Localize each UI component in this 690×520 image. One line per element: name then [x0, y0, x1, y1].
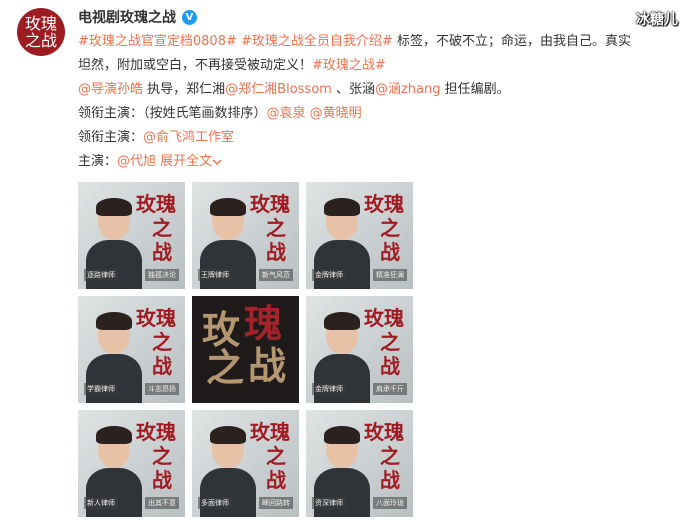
mention-link[interactable]: @俞飞鸿工作室 — [143, 130, 234, 145]
badge-left: 新人律师 — [84, 497, 118, 509]
poster-title: 玫瑰 之战 — [364, 192, 404, 264]
badge-left: 逐路律师 — [84, 269, 118, 281]
verified-icon: V — [182, 9, 197, 25]
image-grid: 玫瑰 之战 逐路律师 独孤决论 玫瑰 之战 王牌律师 新气风范 玫瑰 之战 金牌… — [78, 182, 413, 517]
poster-title: 玫瑰 之战 — [250, 420, 290, 492]
poster-thumbnail[interactable]: 玫瑰 之战 多面律师 峰回路转 — [192, 410, 299, 517]
poster-badges: 新人律师 出其不意 — [84, 497, 179, 509]
watermark: 冰糖儿 — [636, 12, 678, 28]
badge-left: 多面律师 — [198, 497, 232, 509]
badge-right: 肩承千斤 — [373, 383, 407, 395]
poster-title: 玫瑰 之战 — [364, 420, 404, 492]
title-char: 瑰 — [244, 301, 283, 346]
poster-title: 玫瑰 之战 — [136, 192, 176, 264]
badge-left: 资深律师 — [312, 497, 346, 509]
badge-right: 八面玲珑 — [373, 497, 407, 509]
poster-title: 玫瑰 之战 — [136, 420, 176, 492]
post-line: 主演：@代旭 展开全文 — [78, 150, 678, 174]
badge-right: 独孤决论 — [145, 269, 179, 281]
mention-link[interactable]: @导演孙皓 — [78, 82, 143, 97]
post-text-segment: 、张涵 — [335, 82, 375, 97]
title-char: 玫 — [202, 307, 241, 352]
post-text: #玫瑰之战官宣定档0808# #玫瑰之战全员自我介绍# 标签，不破不立；命运，由… — [78, 30, 678, 174]
poster-thumbnail[interactable]: 玫瑰 之战 资深律师 八面玲珑 — [306, 410, 413, 517]
poster-badges: 逐路律师 独孤决论 — [84, 269, 179, 281]
post-text-segment: 主演： — [78, 154, 118, 169]
account-name[interactable]: 电视剧玫瑰之战 — [78, 7, 176, 27]
poster-badges: 金牌律师 精准狂澜 — [312, 269, 407, 281]
mention-link[interactable]: @代旭 — [117, 154, 156, 169]
expand-full-text-link[interactable]: 展开全文 — [160, 154, 222, 169]
post-text-segment: 坦然，附加或空白，不再接受被动定义！ — [78, 58, 313, 73]
account-header: 电视剧玫瑰之战 V — [78, 7, 197, 27]
badge-right: 斗志昂扬 — [145, 383, 179, 395]
badge-left: 王牌律师 — [198, 269, 232, 281]
badge-right: 精准狂澜 — [373, 269, 407, 281]
chevron-down-icon — [212, 154, 222, 169]
post-text-segment: 执导，郑仁湘 — [147, 82, 226, 97]
poster-thumbnail[interactable]: 玫瑰 之战 学霸律师 斗志昂扬 — [78, 296, 185, 403]
poster-badges: 多面律师 峰回路转 — [198, 497, 293, 509]
hashtag-link[interactable]: #玫瑰之战官宣定档0808# — [78, 34, 237, 49]
poster-badges: 王牌律师 新气风范 — [198, 269, 293, 281]
avatar-text-bottom: 之战 — [24, 31, 57, 50]
badge-left: 金牌律师 — [312, 269, 346, 281]
mention-link[interactable]: @涵zhang — [375, 82, 441, 97]
badge-right: 新气风范 — [259, 269, 293, 281]
badge-left: 金牌律师 — [312, 383, 346, 395]
poster-thumbnail[interactable]: 玫瑰 之战 逐路律师 独孤决论 — [78, 182, 185, 289]
poster-thumbnail[interactable]: 玫瑰 之战 新人律师 出其不意 — [78, 410, 185, 517]
post-text-segment: 标签，不破不立；命运，由我自己。真实 — [396, 34, 631, 49]
title-char: 之 — [206, 345, 245, 390]
poster-thumbnail[interactable]: 玫瑰 之战 王牌律师 新气风范 — [192, 182, 299, 289]
poster-thumbnail[interactable]: 玫瑰 之战 金牌律师 精准狂澜 — [306, 182, 413, 289]
badge-right: 出其不意 — [145, 497, 179, 509]
poster-badges: 资深律师 八面玲珑 — [312, 497, 407, 509]
expand-label: 展开全文 — [160, 154, 213, 169]
post-line: 领衔主演：@俞飞鸿工作室 — [78, 126, 678, 150]
badge-left: 学霸律师 — [84, 383, 118, 395]
post-text-segment: 领衔主演：（按姓氏笔画数排序） — [78, 106, 267, 121]
mention-link[interactable]: @黄晓明 — [310, 106, 362, 121]
mention-link[interactable]: @袁泉 — [267, 106, 306, 121]
poster-title: 玫瑰 之战 — [364, 306, 404, 378]
poster-title: 玫瑰 之战 — [250, 192, 290, 264]
poster-badges: 金牌律师 肩承千斤 — [312, 383, 407, 395]
badge-right: 峰回路转 — [259, 497, 293, 509]
mention-link[interactable]: @郑仁湘Blossom — [225, 82, 332, 97]
title-char: 战 — [248, 343, 287, 388]
title-poster-thumbnail[interactable]: 玫 瑰 之 战 — [192, 296, 299, 403]
hashtag-link[interactable]: #玫瑰之战# — [312, 58, 386, 73]
post-line: 坦然，附加或空白，不再接受被动定义！#玫瑰之战# — [78, 54, 678, 78]
post-text-segment: 担任编剧。 — [444, 82, 510, 97]
avatar-text-top: 玫瑰 — [24, 14, 57, 33]
post-line: #玫瑰之战官宣定档0808# #玫瑰之战全员自我介绍# 标签，不破不立；命运，由… — [78, 30, 678, 54]
post-text-segment: 领衔主演： — [78, 130, 144, 145]
poster-thumbnail[interactable]: 玫瑰 之战 金牌律师 肩承千斤 — [306, 296, 413, 403]
post-line: @导演孙皓 执导，郑仁湘@郑仁湘Blossom 、张涵@涵zhang 担任编剧。 — [78, 78, 678, 102]
post-line: 领衔主演：（按姓氏笔画数排序）@袁泉 @黄晓明 — [78, 102, 678, 126]
poster-badges: 学霸律师 斗志昂扬 — [84, 383, 179, 395]
hashtag-link[interactable]: #玫瑰之战全员自我介绍# — [241, 34, 393, 49]
poster-title: 玫瑰 之战 — [136, 306, 176, 378]
avatar[interactable]: 玫瑰 之战 — [17, 8, 65, 56]
